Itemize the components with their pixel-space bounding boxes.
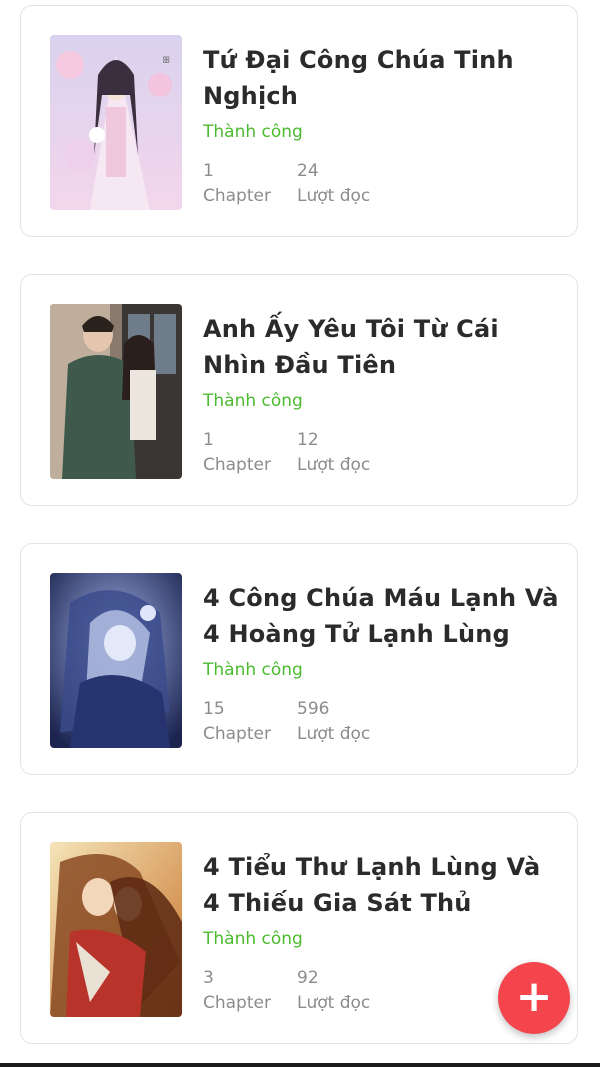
cover-illustration: ꕥ bbox=[50, 35, 182, 210]
chapter-count-label: Chapter bbox=[203, 724, 271, 744]
story-card[interactable]: 4 Công Chúa Máu Lạnh Và 4 Hoàng Tử Lạnh … bbox=[20, 543, 578, 775]
bottom-edge-bar bbox=[0, 1063, 600, 1067]
view-count-value: 12 bbox=[297, 430, 319, 450]
story-status: Thành công bbox=[203, 391, 303, 411]
chapter-count-label: Chapter bbox=[203, 993, 271, 1013]
view-count-value: 596 bbox=[297, 699, 330, 719]
plus-icon: + bbox=[515, 971, 553, 1022]
story-status: Thành công bbox=[203, 660, 303, 680]
view-count: 24 Lượt đọc bbox=[297, 159, 370, 209]
story-card[interactable]: Anh Ấy Yêu Tôi Từ Cái Nhìn Đầu Tiên Thàn… bbox=[20, 274, 578, 506]
chapter-count: 15 Chapter bbox=[203, 697, 271, 747]
chapter-count-value: 15 bbox=[203, 699, 225, 719]
story-cover-image[interactable] bbox=[50, 304, 182, 479]
story-status: Thành công bbox=[203, 929, 303, 949]
add-story-button[interactable]: + bbox=[498, 962, 570, 1034]
view-count-value: 92 bbox=[297, 968, 319, 988]
story-status: Thành công bbox=[203, 122, 303, 142]
chapter-count: 1 Chapter bbox=[203, 428, 271, 478]
story-title[interactable]: 4 Công Chúa Máu Lạnh Và 4 Hoàng Tử Lạnh … bbox=[203, 580, 563, 652]
chapter-count-value: 1 bbox=[203, 161, 214, 181]
view-count: 12 Lượt đọc bbox=[297, 428, 370, 478]
story-title[interactable]: Anh Ấy Yêu Tôi Từ Cái Nhìn Đầu Tiên bbox=[203, 311, 563, 383]
cover-photo bbox=[50, 304, 182, 479]
story-list: ꕥ Tứ Đại Công Chúa Tinh Nghịch Thành côn… bbox=[0, 0, 600, 1067]
view-count-label: Lượt đọc bbox=[297, 993, 371, 1013]
story-card[interactable]: ꕥ Tứ Đại Công Chúa Tinh Nghịch Thành côn… bbox=[20, 5, 578, 237]
chapter-count-label: Chapter bbox=[203, 455, 271, 475]
view-count-label: Lượt đọc bbox=[297, 186, 371, 206]
story-title[interactable]: Tứ Đại Công Chúa Tinh Nghịch bbox=[203, 42, 563, 114]
chapter-count: 3 Chapter bbox=[203, 966, 271, 1016]
view-count-label: Lượt đọc bbox=[297, 724, 371, 744]
story-cover-image[interactable] bbox=[50, 573, 182, 748]
story-cover-image[interactable] bbox=[50, 842, 182, 1017]
chapter-count-value: 3 bbox=[203, 968, 214, 988]
chapter-count-value: 1 bbox=[203, 430, 214, 450]
story-title[interactable]: 4 Tiểu Thư Lạnh Lùng Và 4 Thiếu Gia Sát … bbox=[203, 849, 563, 921]
view-count: 596 Lượt đọc bbox=[297, 697, 370, 747]
story-card[interactable]: 4 Tiểu Thư Lạnh Lùng Và 4 Thiếu Gia Sát … bbox=[20, 812, 578, 1044]
view-count-value: 24 bbox=[297, 161, 319, 181]
view-count-label: Lượt đọc bbox=[297, 455, 371, 475]
svg-text:ꕥ: ꕥ bbox=[162, 56, 170, 66]
view-count: 92 Lượt đọc bbox=[297, 966, 370, 1016]
story-cover-image[interactable]: ꕥ bbox=[50, 35, 182, 210]
cover-illustration bbox=[50, 573, 182, 748]
chapter-count-label: Chapter bbox=[203, 186, 271, 206]
chapter-count: 1 Chapter bbox=[203, 159, 271, 209]
cover-illustration bbox=[50, 842, 182, 1017]
